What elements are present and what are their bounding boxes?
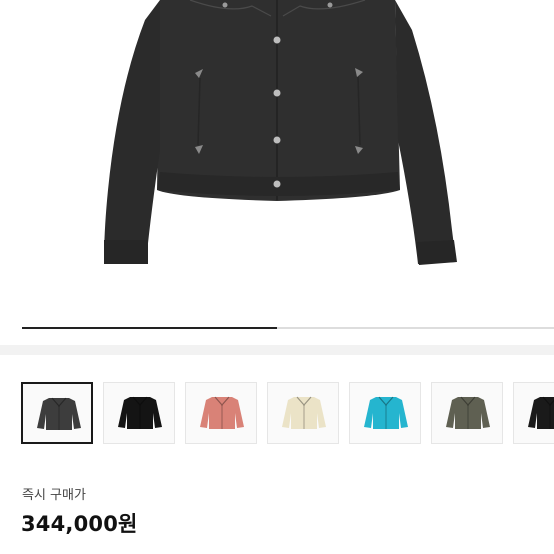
gallery-progress-track bbox=[22, 327, 554, 329]
thumb-black[interactable] bbox=[103, 382, 175, 444]
thumb-cream[interactable] bbox=[267, 382, 339, 444]
product-main-image[interactable] bbox=[0, 0, 554, 340]
jacket-thumbnail-icon bbox=[200, 396, 244, 429]
thumb-pink[interactable] bbox=[185, 382, 257, 444]
jacket-thumbnail-icon bbox=[118, 396, 162, 429]
gallery-progress-fill bbox=[22, 327, 278, 329]
thumb-charcoal[interactable] bbox=[21, 382, 93, 444]
jacket-illustration bbox=[104, 0, 457, 265]
jacket-thumbnail-icon bbox=[528, 396, 554, 429]
thumb-turquoise[interactable] bbox=[349, 382, 421, 444]
thumb-black-2[interactable] bbox=[513, 382, 554, 444]
jacket-thumbnail-icon bbox=[37, 397, 81, 430]
jacket-thumbnail-icon bbox=[364, 396, 408, 429]
jacket-thumbnail-icon bbox=[282, 396, 326, 429]
thumbnail-strip bbox=[21, 382, 554, 446]
instant-buy-price: 344,000원 bbox=[21, 512, 138, 536]
section-divider bbox=[0, 345, 554, 355]
jacket-thumbnail-icon bbox=[446, 396, 490, 429]
thumb-olive[interactable] bbox=[431, 382, 503, 444]
instant-buy-label: 즉시 구매가 bbox=[22, 488, 86, 503]
